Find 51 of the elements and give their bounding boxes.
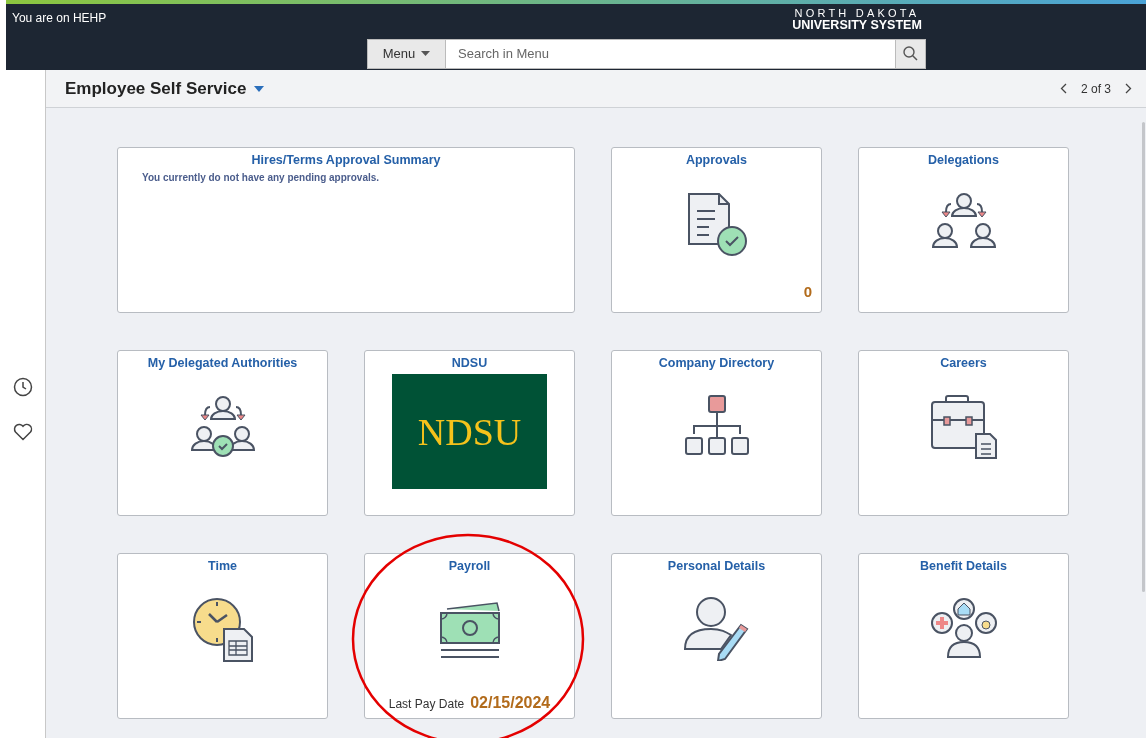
tile-message: You currently do not have any pending approvals. — [142, 172, 380, 183]
tile[interactable]: Careers — [858, 350, 1069, 516]
previous-icon[interactable] — [1059, 83, 1067, 94]
tile[interactable]: Time — [117, 553, 328, 719]
tile-title: Delegations — [928, 153, 999, 167]
tile-title: NDSU — [451, 356, 488, 370]
scrollbar[interactable] — [1142, 122, 1145, 592]
tile-title: Time — [208, 559, 237, 573]
tile[interactable]: My Delegated Authorities — [117, 350, 328, 516]
heart-icon[interactable] — [12, 423, 33, 441]
briefcase-document-icon — [929, 394, 998, 460]
clock-timesheet-icon — [191, 597, 254, 663]
tile[interactable]: Approvals 0 — [611, 147, 822, 313]
logo-bottom-text: UNIVERSITY SYSTEM — [792, 19, 922, 32]
tile[interactable]: Benefit Details — [858, 553, 1069, 719]
person-benefits-icon — [929, 597, 998, 659]
tile[interactable]: Company Directory — [611, 350, 822, 516]
logo-top-text: NORTH DAKOTA — [794, 8, 920, 19]
search-button[interactable] — [896, 38, 926, 69]
tile-title: Company Directory — [658, 356, 775, 370]
tile-title: Hires/Terms Approval Summary — [251, 153, 441, 167]
tile-title: Careers — [940, 356, 987, 370]
document-check-icon — [685, 191, 748, 257]
tile[interactable]: NDSU NDSU — [364, 350, 575, 516]
tile-title: Approvals — [685, 153, 748, 167]
person-pencil-icon — [682, 597, 751, 661]
caret-icon — [254, 85, 265, 92]
approval-count: 0 — [803, 283, 812, 300]
menu-button[interactable]: Menu — [367, 38, 446, 69]
tile[interactable]: Delegations — [858, 147, 1069, 313]
location-text: You are on HEHP — [12, 11, 107, 25]
university-logo: NDSU — [392, 374, 547, 489]
page-title-dropdown[interactable]: Employee Self Service — [65, 78, 265, 99]
clock-icon[interactable] — [12, 377, 33, 397]
search-field[interactable]: Search in Menu — [446, 38, 896, 69]
tile-title: My Delegated Authorities — [147, 356, 298, 370]
tile[interactable]: Payroll Last Pay Date 02/15/2024 — [364, 553, 575, 719]
org-chart-icon — [683, 394, 750, 456]
last-pay-date: 02/15/2024 — [470, 694, 551, 712]
tile-title: Payroll — [448, 559, 491, 573]
last-pay-date-label: Last Pay Date — [388, 697, 465, 711]
page-counter: 2 of 3 — [1080, 81, 1111, 96]
search-icon — [903, 46, 918, 61]
caret-icon — [421, 51, 431, 56]
money-icon — [438, 601, 501, 659]
tile-title: Personal Details — [667, 559, 766, 573]
next-icon[interactable] — [1125, 83, 1132, 94]
tile-title: Benefit Details — [920, 559, 1007, 573]
tile[interactable]: Personal Details — [611, 553, 822, 719]
people-check-icon — [189, 394, 256, 458]
tile[interactable]: Hires/Terms Approval Summary You currently do not have any pending approvals. — [117, 147, 575, 313]
